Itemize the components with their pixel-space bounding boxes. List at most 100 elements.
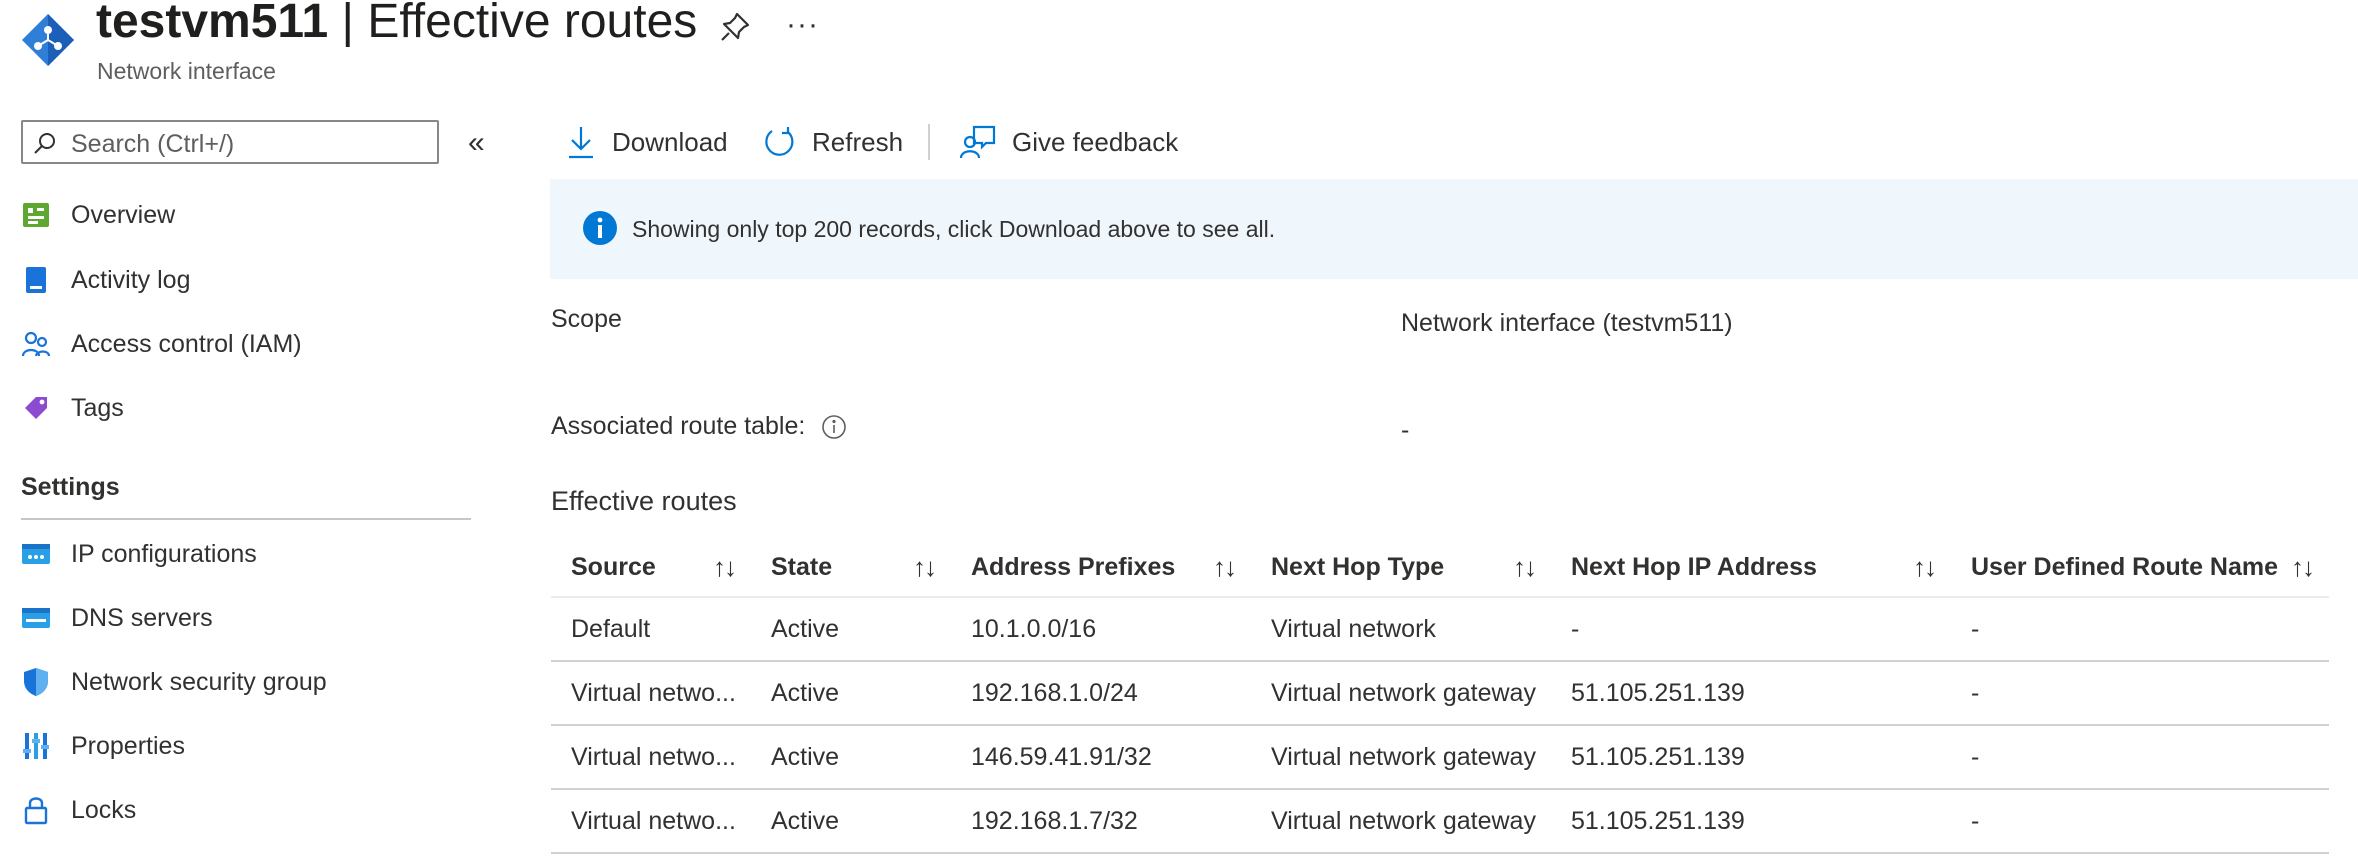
column-header-source[interactable]: Source ↑↓ (551, 538, 751, 598)
table-row[interactable]: Virtual netwo... Active 192.168.1.0/24 V… (551, 661, 2329, 726)
dns-icon (21, 603, 51, 633)
cell-next-hop-type: Virtual network gateway (1251, 725, 1551, 790)
cell-next-hop-type: Virtual network gateway (1251, 661, 1551, 726)
download-button[interactable]: Download (566, 120, 728, 164)
routes-table: Source ↑↓ State ↑↓ Address Prefixes ↑↓ Next… (551, 538, 2329, 854)
cell-state: Active (751, 597, 951, 662)
scope-value: Network interface (testvm511) (1401, 309, 1733, 337)
sidebar-item-ip-configurations[interactable]: IP configurations (21, 530, 471, 578)
sidebar-item-network-security-group[interactable]: Network security group (21, 658, 471, 706)
properties-icon (21, 731, 51, 761)
cell-next-hop-ip: 51.105.251.139 (1551, 725, 1951, 790)
table-row[interactable]: Virtual netwo... Active 192.168.1.7/32 V… (551, 789, 2329, 854)
sort-icon[interactable]: ↑↓ (1513, 552, 1537, 583)
cell-address-prefix: 192.168.1.7/32 (951, 789, 1251, 854)
network-interface-icon (20, 12, 76, 73)
sidebar-item-label: Access control (IAM) (71, 329, 302, 358)
settings-divider (21, 518, 471, 520)
sort-icon[interactable]: ↑↓ (1913, 552, 1937, 583)
cell-address-prefix: 146.59.41.91/32 (951, 725, 1251, 790)
cell-udr-name: - (1951, 661, 2329, 726)
pin-icon[interactable] (718, 10, 752, 49)
cell-udr-name: - (1951, 597, 2329, 662)
route-table-label-group: Associated route table: (551, 412, 847, 441)
cell-source: Virtual netwo... (551, 661, 751, 726)
sidebar-item-locks[interactable]: Locks (21, 786, 471, 834)
settings-heading: Settings (21, 473, 120, 501)
routes-section-title: Effective routes (551, 486, 737, 516)
page-title: testvm511 | Effective routes (96, 0, 697, 49)
cell-state: Active (751, 661, 951, 726)
route-table-label: Associated route table: (551, 412, 806, 440)
cell-udr-name: - (1951, 725, 2329, 790)
cell-address-prefix: 10.1.0.0/16 (951, 597, 1251, 662)
sidebar-item-label: Tags (71, 393, 124, 422)
download-icon (566, 125, 596, 159)
column-header-address-prefixes[interactable]: Address Prefixes ↑↓ (951, 538, 1251, 598)
page-subtitle: Network interface (97, 58, 276, 84)
info-circle-icon[interactable] (821, 414, 847, 440)
cell-next-hop-ip: 51.105.251.139 (1551, 789, 1951, 854)
table-row[interactable]: Virtual netwo... Active 146.59.41.91/32 … (551, 725, 2329, 790)
activity-log-icon (21, 265, 51, 295)
download-label: Download (612, 126, 728, 157)
page-name: Effective routes (367, 0, 698, 48)
sidebar-item-properties[interactable]: Properties (21, 722, 471, 770)
sort-icon[interactable]: ↑↓ (2291, 552, 2315, 583)
more-options-button[interactable]: ··· (786, 8, 819, 42)
collapse-sidebar-button[interactable]: « (468, 126, 485, 160)
toolbar-separator (928, 124, 930, 160)
scope-label: Scope (551, 305, 622, 333)
sidebar-item-label: DNS servers (71, 603, 213, 632)
cell-next-hop-type: Virtual network gateway (1251, 789, 1551, 854)
info-banner-text: Showing only top 200 records, click Down… (632, 216, 1276, 242)
cell-source: Virtual netwo... (551, 725, 751, 790)
cell-state: Active (751, 789, 951, 854)
cell-next-hop-type: Virtual network (1251, 597, 1551, 662)
cell-address-prefix: 192.168.1.0/24 (951, 661, 1251, 726)
search-placeholder: Search (Ctrl+/) (71, 130, 235, 158)
sidebar-item-activity-log[interactable]: Activity log (21, 256, 471, 304)
cell-next-hop-ip: 51.105.251.139 (1551, 661, 1951, 726)
sidebar-item-label: Properties (71, 731, 185, 760)
sidebar-item-label: Overview (71, 200, 176, 229)
table-header-row: Source ↑↓ State ↑↓ Address Prefixes ↑↓ Next… (551, 538, 2329, 598)
give-feedback-button[interactable]: Give feedback (960, 120, 1178, 164)
sort-icon[interactable]: ↑↓ (1213, 552, 1237, 583)
cell-udr-name: - (1951, 789, 2329, 854)
resource-name: testvm511 (96, 0, 329, 48)
table-row[interactable]: Default Active 10.1.0.0/16 Virtual netwo… (551, 597, 2329, 662)
cell-state: Active (751, 725, 951, 790)
cell-next-hop-ip: - (1551, 597, 1951, 662)
tag-icon (21, 393, 51, 423)
column-header-next-hop-ip[interactable]: Next Hop IP Address ↑↓ (1551, 538, 1951, 598)
info-icon (582, 210, 618, 251)
iam-icon (21, 329, 51, 359)
sidebar-item-dns-servers[interactable]: DNS servers (21, 594, 471, 642)
column-header-next-hop-type[interactable]: Next Hop Type ↑↓ (1251, 538, 1551, 598)
sort-icon[interactable]: ↑↓ (713, 552, 737, 583)
search-icon (33, 131, 57, 160)
column-header-state[interactable]: State ↑↓ (751, 538, 951, 598)
sidebar-item-label: Network security group (71, 667, 327, 696)
give-feedback-label: Give feedback (1012, 126, 1179, 157)
sidebar-item-overview[interactable]: Overview (21, 191, 471, 239)
sidebar-item-access-control[interactable]: Access control (IAM) (21, 320, 471, 368)
column-header-udr-name[interactable]: User Defined Route Name ↑↓ (1951, 538, 2329, 598)
info-banner: Showing only top 200 records, click Down… (550, 179, 2358, 279)
search-input[interactable]: Search (Ctrl+/) (21, 120, 439, 164)
refresh-button[interactable]: Refresh (762, 120, 903, 164)
sidebar-item-tags[interactable]: Tags (21, 384, 471, 432)
refresh-icon (762, 125, 796, 159)
sidebar-item-label: Locks (71, 795, 137, 824)
lock-icon (21, 795, 51, 825)
sort-icon[interactable]: ↑↓ (913, 552, 937, 583)
route-table-value: - (1401, 416, 1410, 444)
cell-source: Virtual netwo... (551, 789, 751, 854)
feedback-icon (960, 125, 996, 159)
sidebar-item-label: Activity log (71, 265, 191, 294)
title-separator: | (328, 0, 368, 48)
overview-icon (21, 200, 51, 230)
refresh-label: Refresh (812, 126, 904, 157)
cell-source: Default (551, 597, 751, 662)
